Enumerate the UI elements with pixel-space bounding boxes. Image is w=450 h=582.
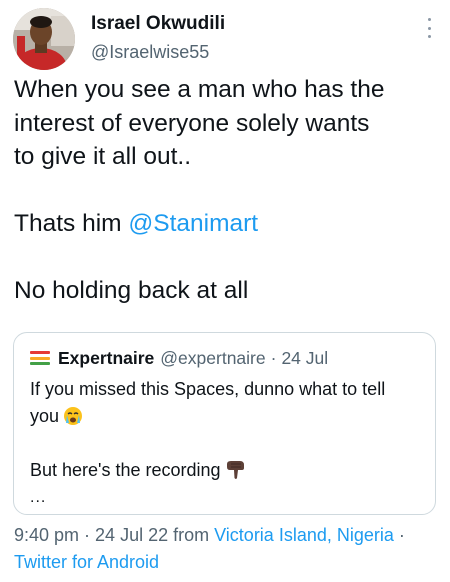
quoted-tweet-card[interactable]: Expertnaire @expertnaire · 24 Jul If you… [13,332,436,515]
tweet-text-segment: Thats him [14,210,129,237]
tweet-time[interactable]: 9:40 pm [14,525,79,545]
tweet-line: to give it all out.. [14,143,192,170]
quoted-text-segment: you [30,406,60,426]
tweet-line: No holding back at all [14,277,249,304]
avatar-photo [13,8,75,70]
tweet-header: Israel Okwudili @Israelwise55 [13,8,437,70]
separator: · [270,347,277,368]
tweet-meta: 9:40 pm · 24 Jul 22 from Victoria Island… [14,522,444,576]
location-link[interactable]: Victoria Island, Nigeria [214,525,394,545]
quoted-date[interactable]: 24 Jul [281,348,328,369]
tweet-line: interest of everyone solely wants [14,109,370,137]
avatar[interactable] [13,8,75,70]
pointing-down-hand-emoji-icon [226,461,244,479]
quoted-line: But here's the recording [30,457,425,484]
mention-link[interactable]: @Stanimart [128,210,258,237]
quoted-text-segment: But here's the recording [30,460,221,480]
quoted-line: If you missed this Spaces, dunno what to… [30,379,386,399]
tweet-line: When you see a man who has the [14,76,385,103]
meta-line: 9:40 pm · 24 Jul 22 from Victoria Island… [14,522,444,549]
expertnaire-logo-icon [30,351,50,365]
quoted-author-name[interactable]: Expertnaire [58,348,154,369]
client-link[interactable]: Twitter for Android [14,549,444,576]
more-vertical-icon[interactable] [421,16,437,40]
quoted-tweet-body: If you missed this Spaces, dunno what to… [30,376,425,511]
tweet-date[interactable]: 24 Jul 22 [95,525,168,545]
author-name[interactable]: Israel Okwudili [91,13,225,35]
meta-separator: · [393,525,405,545]
quoted-author-handle[interactable]: @expertnaire [160,348,265,369]
meta-from: from [168,525,215,545]
quoted-tweet-header: Expertnaire @expertnaire · 24 Jul [30,347,328,369]
crying-face-emoji-icon [64,407,83,425]
tweet-line: Thats him @Stanimart [14,207,442,241]
meta-separator: · [79,525,96,545]
quoted-line: you [30,403,425,430]
quoted-ellipsis: ... [30,489,47,506]
author-handle[interactable]: @Israelwise55 [91,42,209,63]
tweet-text: When you see a man who has the interest … [14,73,442,308]
